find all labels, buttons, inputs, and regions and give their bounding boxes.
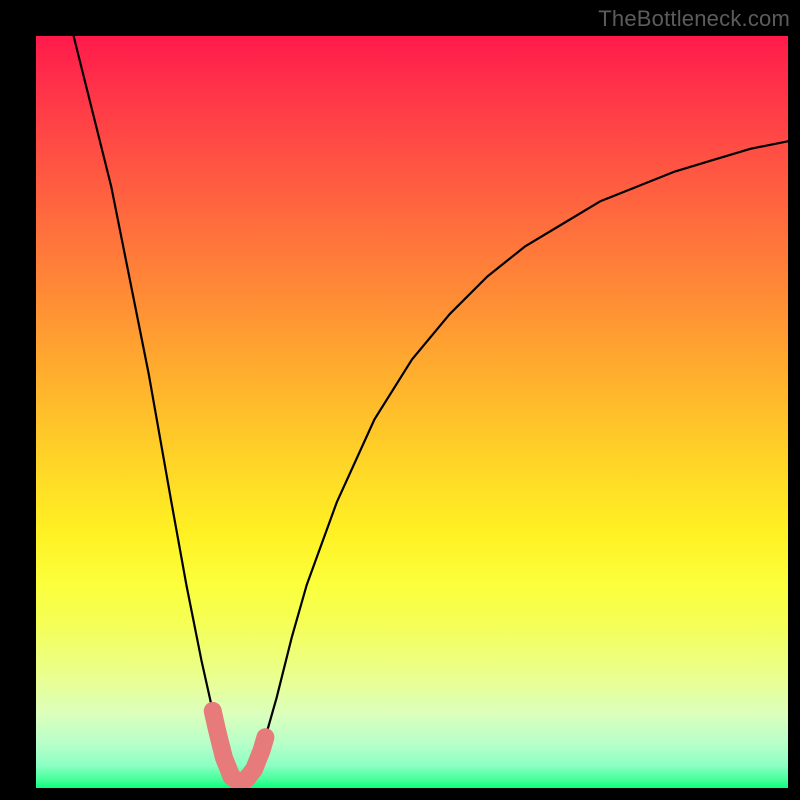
curve-highlight xyxy=(213,711,266,782)
curve-path xyxy=(74,36,788,782)
plot-area xyxy=(36,36,788,788)
watermark-text: TheBottleneck.com xyxy=(598,6,790,32)
bottleneck-curve xyxy=(36,36,788,788)
chart-frame: TheBottleneck.com xyxy=(0,0,800,800)
